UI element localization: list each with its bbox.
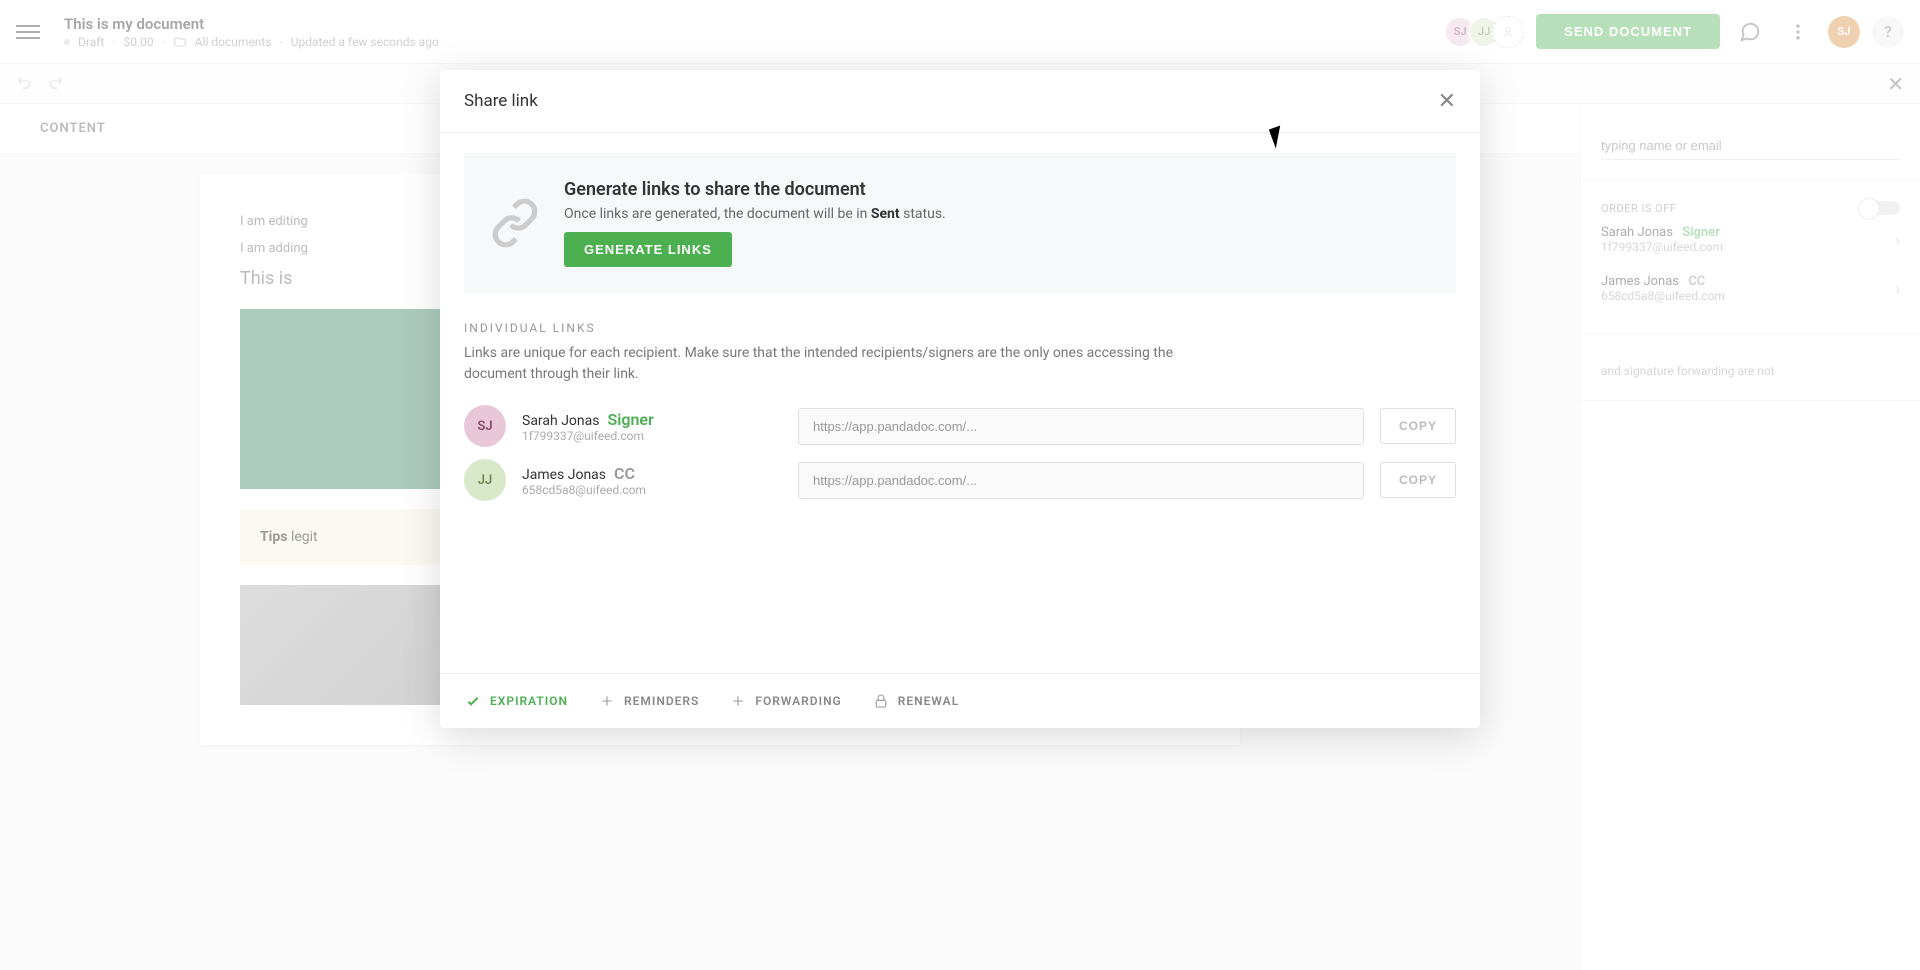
avatar-jj: JJ [464, 459, 506, 501]
link-person-name: Sarah Jonas [522, 413, 599, 429]
modal-footer: EXPIRATION REMINDERS FORWARDING RENEWAL [440, 673, 1480, 728]
copy-button[interactable]: COPY [1380, 408, 1456, 444]
lock-icon [872, 692, 890, 710]
reminders-option[interactable]: REMINDERS [598, 692, 699, 710]
link-row: JJ James Jonas CC 658cd5a8@uifeed.com CO… [464, 459, 1456, 501]
link-person-role: Signer [607, 410, 653, 429]
generate-subtitle: Once links are generated, the document w… [564, 206, 1430, 222]
copy-button[interactable]: COPY [1380, 462, 1456, 498]
check-icon [464, 692, 482, 710]
individual-links-desc: Links are unique for each recipient. Mak… [464, 343, 1224, 385]
link-row: SJ Sarah Jonas Signer 1f799337@uifeed.co… [464, 405, 1456, 447]
renewal-option[interactable]: RENEWAL [872, 692, 959, 710]
share-link-modal: Share link ✕ Generate links to share the… [440, 70, 1480, 728]
share-link-input[interactable] [798, 408, 1364, 445]
forwarding-option[interactable]: FORWARDING [729, 692, 841, 710]
link-person-email: 658cd5a8@uifeed.com [522, 483, 782, 497]
modal-close-button[interactable]: ✕ [1438, 88, 1456, 114]
link-icon [490, 198, 540, 248]
expiration-option[interactable]: EXPIRATION [464, 692, 568, 710]
link-person-name: James Jonas [522, 467, 606, 483]
modal-overlay: Share link ✕ Generate links to share the… [0, 0, 1920, 970]
avatar-sj: SJ [464, 405, 506, 447]
share-link-input[interactable] [798, 462, 1364, 499]
link-person-email: 1f799337@uifeed.com [522, 429, 782, 443]
generate-links-button[interactable]: GENERATE LINKS [564, 232, 732, 267]
individual-links-label: INDIVIDUAL LINKS [464, 321, 1456, 335]
generate-box: Generate links to share the document Onc… [464, 153, 1456, 293]
plus-icon [598, 692, 616, 710]
modal-title: Share link [464, 91, 538, 111]
plus-icon [729, 692, 747, 710]
link-person-role: CC [614, 464, 635, 483]
generate-title: Generate links to share the document [564, 179, 1430, 200]
